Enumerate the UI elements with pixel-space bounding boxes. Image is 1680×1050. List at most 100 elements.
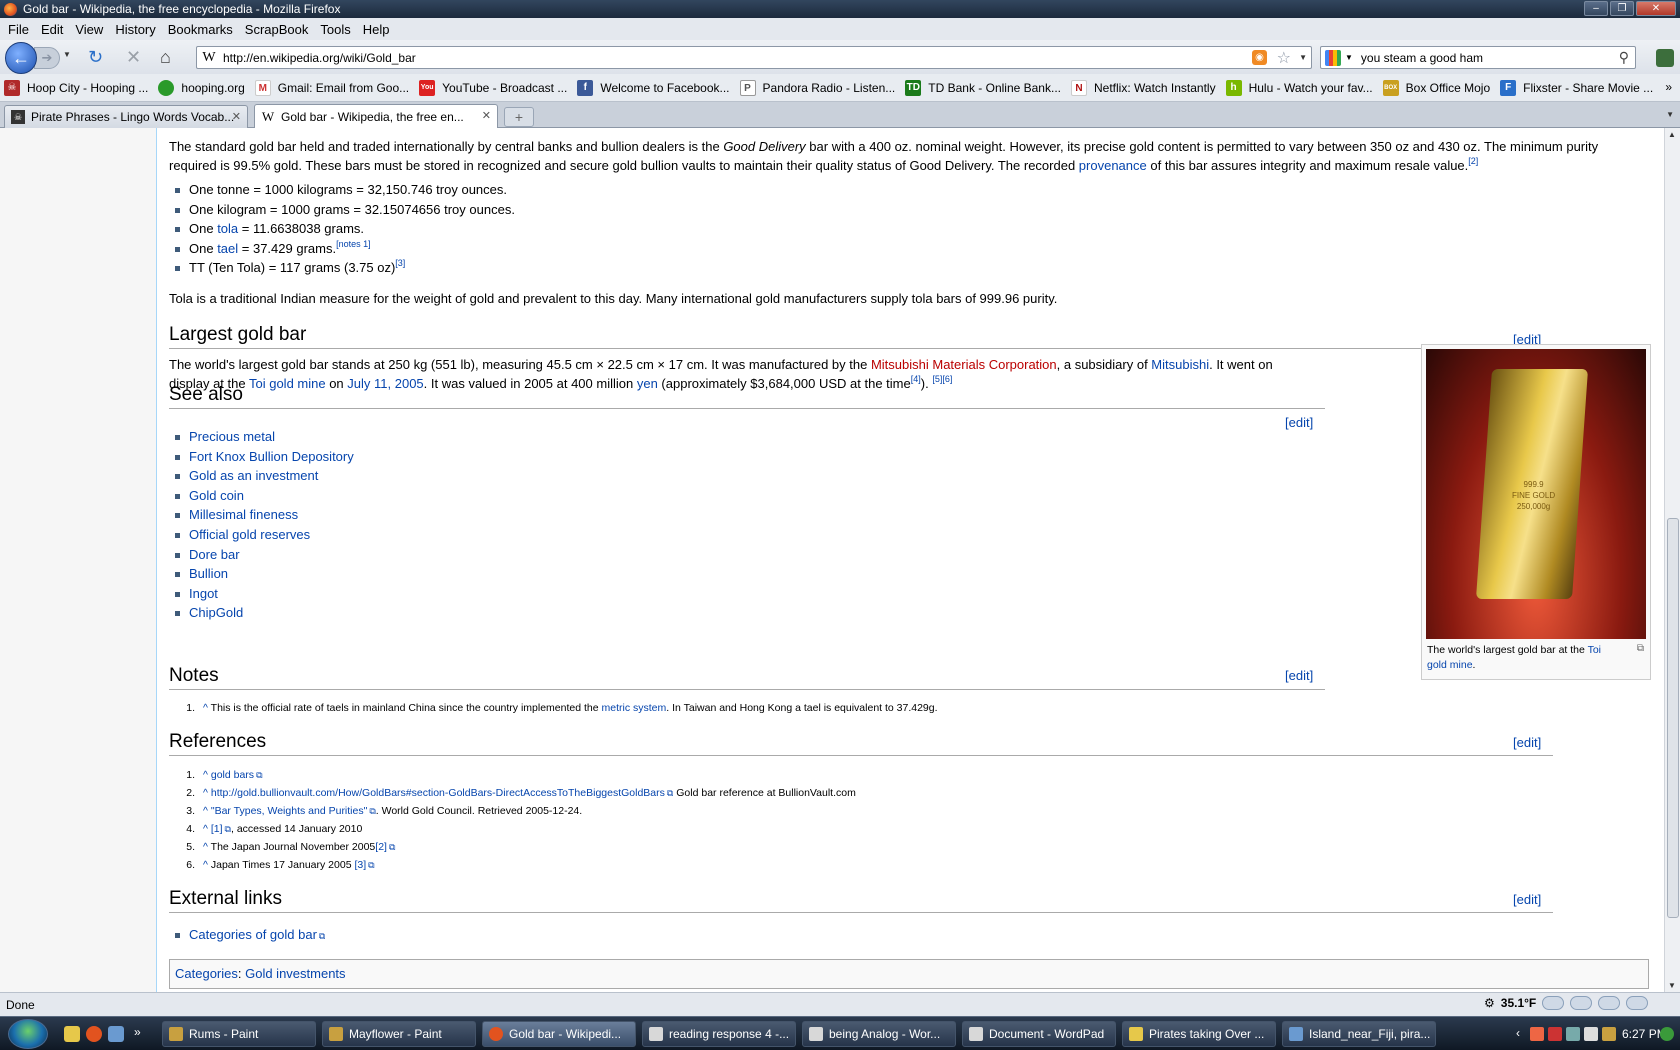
scrollbar-thumb[interactable] [1667, 518, 1679, 918]
forward-button[interactable]: ➔ [34, 47, 60, 69]
see-also-link[interactable]: Precious metal [189, 429, 275, 444]
metric-system-link[interactable]: metric system [602, 702, 667, 714]
bookmark-item[interactable]: TD TD Bank - Online Bank... [905, 79, 1061, 96]
reference-link[interactable]: [1] [211, 823, 223, 835]
caret-link[interactable]: ^ [203, 787, 208, 799]
tray-expand-icon[interactable]: ‹ [1516, 1026, 1520, 1040]
taskbar-item[interactable]: Island_near_Fiji, pira... [1282, 1021, 1436, 1047]
taskbar-item[interactable]: Gold bar - Wikipedi... [482, 1021, 636, 1047]
see-also-link[interactable]: Official gold reserves [189, 527, 310, 542]
taskbar-item[interactable]: Pirates taking Over ... [1122, 1021, 1276, 1047]
menu-edit[interactable]: Edit [35, 22, 69, 37]
menu-tools[interactable]: Tools [314, 22, 356, 37]
see-also-link[interactable]: Gold coin [189, 488, 244, 503]
menu-help[interactable]: Help [357, 22, 396, 37]
page-viewport[interactable]: The standard gold bar held and traded in… [0, 128, 1664, 992]
menu-file[interactable]: File [2, 22, 35, 37]
mitsubishi-materials-link[interactable]: Mitsubishi Materials Corporation [871, 357, 1057, 372]
reference-link[interactable]: gold bars [211, 769, 254, 781]
bookmarks-overflow-icon[interactable]: » [1665, 80, 1672, 94]
url-dropdown-icon[interactable]: ▼ [1299, 53, 1307, 62]
bookmark-item[interactable]: F Flixster - Share Movie ... [1500, 79, 1653, 96]
stop-icon[interactable]: ✕ [126, 48, 141, 66]
reference-link[interactable]: [3] [354, 859, 366, 871]
bookmark-item[interactable]: N Netflix: Watch Instantly [1071, 79, 1216, 96]
taskbar-item[interactable]: being Analog - Wor... [802, 1021, 956, 1047]
bookmark-item[interactable]: hooping.org [158, 79, 245, 96]
see-also-link[interactable]: Dore bar [189, 547, 240, 562]
addon-icon[interactable] [1656, 49, 1674, 67]
tola-link[interactable]: tola [217, 221, 238, 236]
tael-link[interactable]: tael [217, 241, 238, 256]
close-tab-icon[interactable]: ✕ [232, 110, 241, 123]
bookmark-item[interactable]: f Welcome to Facebook... [577, 79, 730, 96]
scroll-up-icon[interactable]: ▲ [1668, 130, 1676, 139]
taskbar-item[interactable]: Mayflower - Paint [322, 1021, 476, 1047]
provenance-link[interactable]: provenance [1079, 158, 1147, 173]
vertical-scrollbar[interactable]: ▲ ▼ [1664, 128, 1680, 992]
minimize-button[interactable]: ‒ [1584, 1, 1608, 16]
taskbar-item[interactable]: Document - WordPad [962, 1021, 1116, 1047]
see-also-link[interactable]: Bullion [189, 566, 228, 581]
edit-link[interactable]: [edit] [1285, 415, 1313, 430]
menu-bookmarks[interactable]: Bookmarks [162, 22, 239, 37]
bookmark-item[interactable]: h Hulu - Watch your fav... [1225, 79, 1373, 96]
tray-icon[interactable] [1602, 1027, 1616, 1041]
scroll-down-icon[interactable]: ▼ [1668, 981, 1676, 990]
taskbar-item[interactable]: reading response 4 -... [642, 1021, 796, 1047]
see-also-link[interactable]: ChipGold [189, 605, 243, 620]
tray-icon[interactable] [1530, 1027, 1544, 1041]
tray-icon[interactable] [1660, 1027, 1674, 1041]
rss-feed-icon[interactable]: ◉ [1252, 50, 1267, 65]
reference-link[interactable]: [2] [375, 841, 387, 853]
tab-list-icon[interactable]: ▼ [1666, 110, 1674, 119]
url-bar[interactable]: W http://en.wikipedia.org/wiki/Gold_bar … [196, 46, 1312, 69]
weather-settings-icon[interactable]: ⚙ [1484, 996, 1495, 1010]
edit-link[interactable]: [edit] [1513, 735, 1541, 750]
reference-link[interactable]: http://gold.bullionvault.com/How/GoldBar… [211, 787, 665, 799]
bookmark-item[interactable]: M Gmail: Email from Goo... [254, 79, 409, 96]
maximize-button[interactable]: ❐ [1610, 1, 1634, 16]
enlarge-icon[interactable]: ⧉ [1637, 643, 1644, 654]
tab-pirate-phrases[interactable]: ☠ Pirate Phrases - Lingo Words Vocab... … [4, 105, 248, 128]
ref-link[interactable]: [5][6] [932, 374, 952, 384]
search-engine-dropdown-icon[interactable]: ▼ [1345, 53, 1353, 62]
quicklaunch-icon[interactable] [108, 1026, 124, 1042]
note-link[interactable]: [notes 1] [336, 239, 371, 249]
history-dropdown-icon[interactable]: ▼ [63, 50, 71, 59]
see-also-link[interactable]: Ingot [189, 586, 218, 601]
see-also-link[interactable]: Fort Knox Bullion Depository [189, 449, 354, 464]
bookmark-item[interactable]: P Pandora Radio - Listen... [739, 79, 895, 96]
show-desktop-icon[interactable] [64, 1026, 80, 1042]
back-button[interactable]: ← [5, 42, 37, 74]
ref-link[interactable]: [2] [1468, 156, 1478, 166]
volume-icon[interactable] [1584, 1027, 1598, 1041]
ref-link[interactable]: [3] [395, 258, 405, 268]
edit-link[interactable]: [edit] [1285, 668, 1313, 683]
bookmark-item[interactable]: ☠ Hoop City - Hooping ... [4, 79, 148, 96]
reload-icon[interactable]: ↻ [88, 48, 103, 66]
close-tab-icon[interactable]: ✕ [482, 109, 491, 122]
external-link[interactable]: Categories of gold bar [189, 927, 317, 942]
see-also-link[interactable]: Millesimal fineness [189, 507, 298, 522]
see-also-link[interactable]: Gold as an investment [189, 468, 318, 483]
bookmark-item[interactable]: BOX Box Office Mojo [1382, 79, 1490, 96]
new-tab-button[interactable]: + [504, 107, 534, 127]
menu-history[interactable]: History [109, 22, 161, 37]
start-button[interactable] [8, 1019, 48, 1049]
edit-link[interactable]: [edit] [1513, 892, 1541, 907]
ref-link[interactable]: [4] [911, 374, 921, 384]
mitsubishi-link[interactable]: Mitsubishi [1151, 357, 1209, 372]
search-icon[interactable]: ⚲ [1619, 49, 1629, 66]
search-input[interactable]: you steam a good ham [1361, 51, 1483, 65]
taskbar-item[interactable]: Rums - Paint [162, 1021, 316, 1047]
url-text[interactable]: http://en.wikipedia.org/wiki/Gold_bar [223, 51, 416, 65]
categories-link[interactable]: Categories [175, 966, 238, 981]
google-icon[interactable] [1325, 49, 1341, 66]
home-icon[interactable]: ⌂ [160, 48, 171, 66]
firefox-icon[interactable] [86, 1026, 102, 1042]
bookmark-item[interactable]: You YouTube - Broadcast ... [419, 79, 567, 96]
menu-scrapbook[interactable]: ScrapBook [239, 22, 315, 37]
category-link[interactable]: Gold investments [245, 966, 345, 981]
quicklaunch-overflow-icon[interactable]: » [134, 1025, 141, 1039]
